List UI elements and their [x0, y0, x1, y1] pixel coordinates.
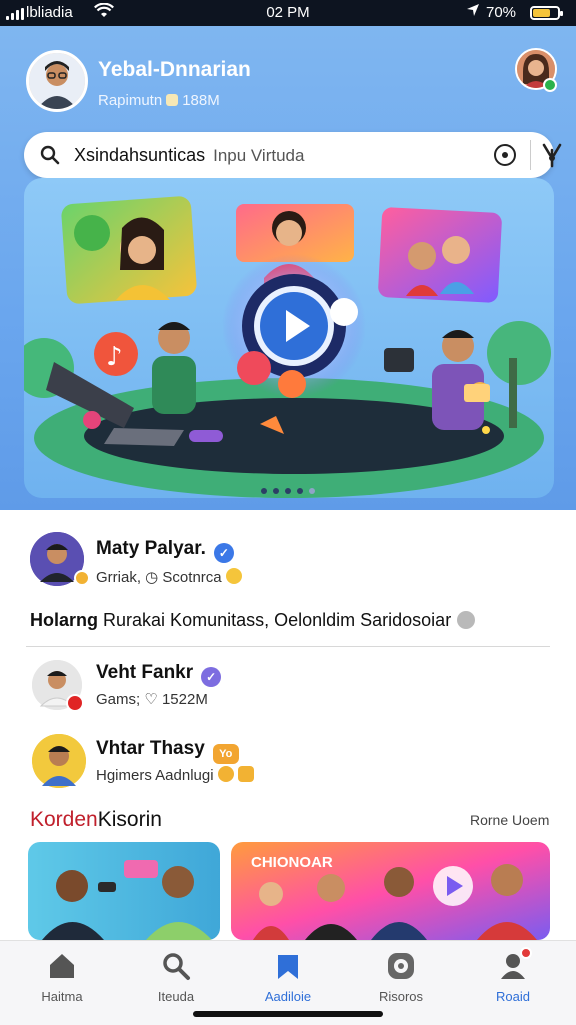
voice-icon[interactable]	[540, 142, 564, 174]
see-more-link[interactable]: Rorne Uoem	[470, 812, 549, 828]
emoji-icon	[225, 568, 242, 584]
user-name: Veht Fankr	[96, 662, 194, 683]
carousel-dots[interactable]	[0, 488, 576, 494]
location-icon	[466, 3, 480, 20]
user-name: Maty Palyar.	[96, 538, 206, 559]
svg-text:♪: ♪	[106, 342, 123, 372]
card-title: CHIONOAR	[251, 854, 333, 871]
profile-icon	[498, 947, 532, 981]
search-icon	[161, 951, 191, 981]
tab-label: Aadiloie	[264, 989, 312, 1004]
live-badge-icon	[66, 694, 84, 712]
rank-badge: Yo	[212, 744, 239, 764]
search-input[interactable]: Xsindahsunticas Inpu Virtuda	[74, 145, 304, 166]
verified-icon: ✓	[201, 667, 222, 687]
level-badge	[74, 570, 90, 586]
post-caption: Holarng Rurakai Komunitass, Oelonldim Sa…	[30, 610, 476, 631]
carousel-dot[interactable]	[297, 488, 303, 494]
carousel-dot[interactable]	[261, 488, 267, 494]
user-avatar[interactable]	[26, 50, 88, 112]
heart-icon[interactable]	[457, 611, 476, 629]
user-name: Vhtar Thasy	[96, 738, 205, 759]
content-card[interactable]: CHIONOAR	[231, 842, 550, 940]
status-bar: lbliadia 02 PM 70%	[0, 0, 576, 26]
list-item[interactable]: Vhtar Thasy Yo Hgimers Aadnlugi	[0, 732, 576, 792]
tab-label: Iteuda	[157, 989, 195, 1004]
user-subtitle: Rapimutn 188M	[98, 92, 220, 109]
notification-badge	[520, 947, 532, 959]
emoji-icon	[217, 766, 234, 782]
emoji-icon	[237, 766, 254, 782]
carousel-dot[interactable]	[273, 488, 279, 494]
tab-label: Roaid	[496, 989, 530, 1004]
section-title: KordenKisorin	[30, 808, 162, 831]
user-meta: Gams; ♡ 1522M	[96, 691, 208, 708]
avatar	[32, 734, 86, 788]
bookmark-icon	[273, 951, 303, 981]
search-icon	[40, 145, 60, 165]
battery-percent: 70%	[486, 4, 517, 21]
search-divider	[530, 140, 531, 170]
search-placeholder: Inpu Virtuda	[213, 146, 305, 165]
tab-mood[interactable]: Risoros	[351, 951, 451, 1004]
content-card[interactable]	[28, 842, 220, 940]
home-indicator[interactable]	[193, 1011, 383, 1017]
online-status-icon	[543, 78, 557, 92]
tab-search[interactable]: Iteuda	[126, 951, 226, 1004]
list-item[interactable]: Veht Fankr ✓ Gams; ♡ 1522M	[0, 658, 576, 718]
mood-icon	[386, 951, 416, 981]
list-item[interactable]: Maty Palyar. ✓ Grriak, ◷ Scotnrca	[0, 530, 576, 594]
home-icon	[47, 951, 77, 981]
coin-icon	[166, 94, 179, 106]
divider	[26, 646, 550, 647]
tab-profile[interactable]: Roaid	[463, 947, 563, 1004]
user-meta: Hgimers Aadnlugi	[96, 767, 214, 784]
search-value: Xsindahsunticas	[74, 145, 206, 165]
featured-banner[interactable]: ♪	[24, 178, 554, 498]
scan-target-icon[interactable]	[494, 144, 516, 166]
tab-label: Haitma	[41, 989, 83, 1004]
user-name: Yebal-Dnnarian	[98, 58, 251, 81]
tab-label: Risoros	[378, 989, 424, 1004]
search-bar[interactable]: Xsindahsunticas Inpu Virtuda	[24, 132, 562, 178]
carousel-dot[interactable]	[285, 488, 291, 494]
verified-icon: ✓	[213, 543, 234, 563]
battery-icon	[530, 6, 563, 20]
tab-home[interactable]: Haitma	[12, 951, 112, 1004]
tab-bookmark[interactable]: Aadiloie	[238, 951, 338, 1004]
user-meta: Grriak, ◷ Scotnrca	[96, 569, 222, 586]
carousel-dot[interactable]	[309, 488, 315, 494]
